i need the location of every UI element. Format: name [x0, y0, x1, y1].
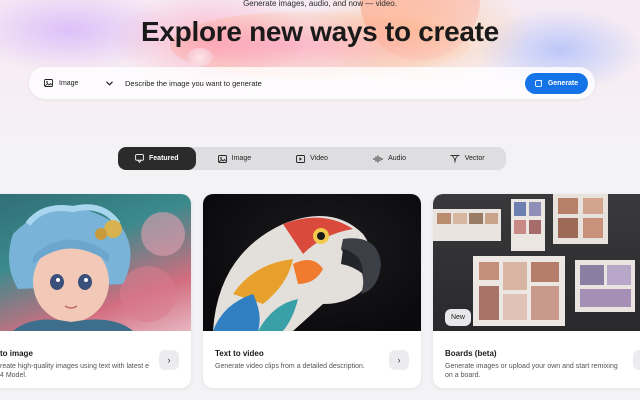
new-badge: New — [445, 309, 471, 326]
vector-icon — [450, 154, 460, 163]
hero-eye-art — [187, 48, 213, 66]
page-title: Explore new ways to create — [141, 16, 499, 47]
card-image-parrot — [203, 194, 421, 331]
chevron-right-icon[interactable]: › — [633, 350, 640, 370]
audio-icon — [373, 155, 383, 163]
category-tabs: Featured Image Video Audio Vector — [118, 147, 506, 170]
feature-card-text-to-video[interactable]: Text to video Generate video clips from … — [203, 194, 421, 388]
feature-card-boards-beta[interactable]: New Boards (beta) Generate images or upl… — [433, 194, 640, 388]
chevron-right-icon[interactable]: › — [389, 350, 409, 370]
card-title: Text to video — [215, 349, 264, 358]
tab-video[interactable]: Video — [273, 147, 351, 170]
tab-vector[interactable]: Vector — [428, 147, 506, 170]
tab-label: Image — [231, 155, 252, 162]
card-title: to image — [0, 349, 33, 358]
prompt-bar: Image Generate — [29, 67, 595, 99]
feature-card-text-to-image[interactable]: to image reate high-quality images using… — [0, 194, 191, 388]
tab-label: Vector — [464, 155, 485, 162]
hero-subtitle: Generate images, audio, and now — video. — [243, 0, 397, 8]
generate-button[interactable]: Generate — [525, 72, 588, 94]
tab-image[interactable]: Image — [196, 147, 274, 170]
media-type-label: Image — [59, 79, 79, 87]
tab-audio[interactable]: Audio — [351, 147, 429, 170]
chevron-down-icon — [106, 79, 113, 88]
card-description: reate high-quality images using text wit… — [0, 363, 150, 379]
card-title: Boards (beta) — [445, 349, 497, 358]
generate-label: Generate — [547, 79, 579, 87]
tab-label: Audio — [388, 155, 407, 162]
chevron-right-icon[interactable]: › — [159, 350, 179, 370]
image-icon — [43, 78, 53, 88]
video-icon — [296, 154, 306, 163]
tab-featured[interactable]: Featured — [118, 147, 196, 170]
prompt-input[interactable] — [119, 73, 525, 93]
sparkle-icon — [534, 79, 543, 87]
media-type-dropdown[interactable]: Image — [29, 67, 119, 99]
card-description: Generate video clips from a detailed des… — [215, 363, 365, 370]
tab-label: Featured — [149, 155, 179, 162]
image-icon — [217, 154, 227, 163]
tab-label: Video — [310, 155, 328, 162]
card-image-anime-child — [0, 194, 191, 331]
card-description: Generate images or upload your own and s… — [445, 363, 618, 379]
featured-icon — [135, 154, 144, 163]
